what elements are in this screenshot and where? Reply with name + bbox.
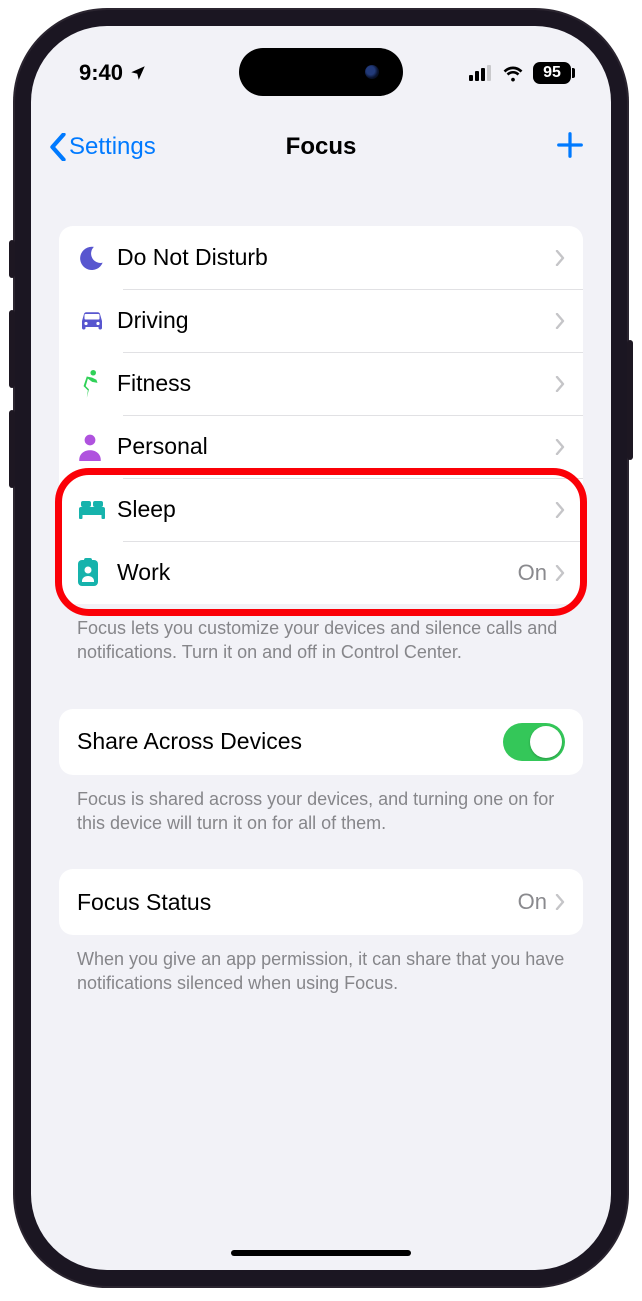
status-section: Focus Status On When you give an app per… xyxy=(59,869,583,996)
status-right: 95 xyxy=(469,62,571,84)
page-title: Focus xyxy=(286,133,357,161)
share-section: Share Across Devices Focus is shared acr… xyxy=(59,709,583,836)
row-label: Personal xyxy=(117,433,555,460)
screen: 9:40 95 Settings Focus xyxy=(31,26,611,1270)
row-label: Work xyxy=(117,559,518,586)
nav-bar: Settings Focus xyxy=(31,118,611,176)
content: Do Not Disturb Driving Fitness xyxy=(59,226,583,996)
status-left: 9:40 xyxy=(79,60,147,86)
focus-modes-group: Do Not Disturb Driving Fitness xyxy=(59,226,583,604)
row-value: On xyxy=(518,560,547,586)
back-label: Settings xyxy=(69,133,156,161)
row-label: Fitness xyxy=(117,370,555,397)
chevron-right-icon xyxy=(555,313,565,329)
focus-status-row[interactable]: Focus Status On xyxy=(59,869,583,935)
row-label: Do Not Disturb xyxy=(117,244,555,271)
dynamic-island xyxy=(239,48,403,96)
focus-row-work[interactable]: Work On xyxy=(59,541,583,604)
chevron-right-icon xyxy=(555,376,565,392)
focus-row-fitness[interactable]: Fitness xyxy=(59,352,583,415)
volume-up-button xyxy=(9,310,15,388)
cellular-icon xyxy=(469,65,493,81)
moon-icon xyxy=(77,244,117,272)
focus-footer-text: Focus lets you customize your devices an… xyxy=(59,604,583,665)
power-button xyxy=(627,340,633,460)
status-value: On xyxy=(518,889,547,915)
car-icon xyxy=(77,309,117,333)
home-indicator[interactable] xyxy=(231,1250,411,1256)
bed-icon xyxy=(77,499,117,521)
plus-icon xyxy=(555,130,585,160)
share-toggle[interactable] xyxy=(503,723,565,761)
side-button xyxy=(9,240,15,278)
share-footer-text: Focus is shared across your devices, and… xyxy=(59,775,583,836)
chevron-right-icon xyxy=(555,439,565,455)
focus-row-personal[interactable]: Personal xyxy=(59,415,583,478)
chevron-right-icon xyxy=(555,565,565,581)
add-button[interactable] xyxy=(555,130,585,165)
chevron-right-icon xyxy=(555,250,565,266)
share-row[interactable]: Share Across Devices xyxy=(59,709,583,775)
volume-down-button xyxy=(9,410,15,488)
status-footer-text: When you give an app permission, it can … xyxy=(59,935,583,996)
location-icon xyxy=(129,64,147,82)
status-label: Focus Status xyxy=(77,889,518,916)
badge-icon xyxy=(77,558,117,588)
share-label: Share Across Devices xyxy=(77,728,503,755)
phone-frame: 9:40 95 Settings Focus xyxy=(15,10,627,1286)
person-icon xyxy=(77,433,117,461)
chevron-left-icon xyxy=(49,133,67,161)
back-button[interactable]: Settings xyxy=(49,133,156,161)
row-label: Driving xyxy=(117,307,555,334)
status-time: 9:40 xyxy=(79,60,123,86)
battery-indicator: 95 xyxy=(533,62,571,84)
focus-row-dnd[interactable]: Do Not Disturb xyxy=(59,226,583,289)
chevron-right-icon xyxy=(555,894,565,910)
row-label: Sleep xyxy=(117,496,555,523)
fitness-icon xyxy=(77,369,117,399)
chevron-right-icon xyxy=(555,502,565,518)
focus-row-driving[interactable]: Driving xyxy=(59,289,583,352)
wifi-icon xyxy=(501,64,525,82)
focus-row-sleep[interactable]: Sleep xyxy=(59,478,583,541)
